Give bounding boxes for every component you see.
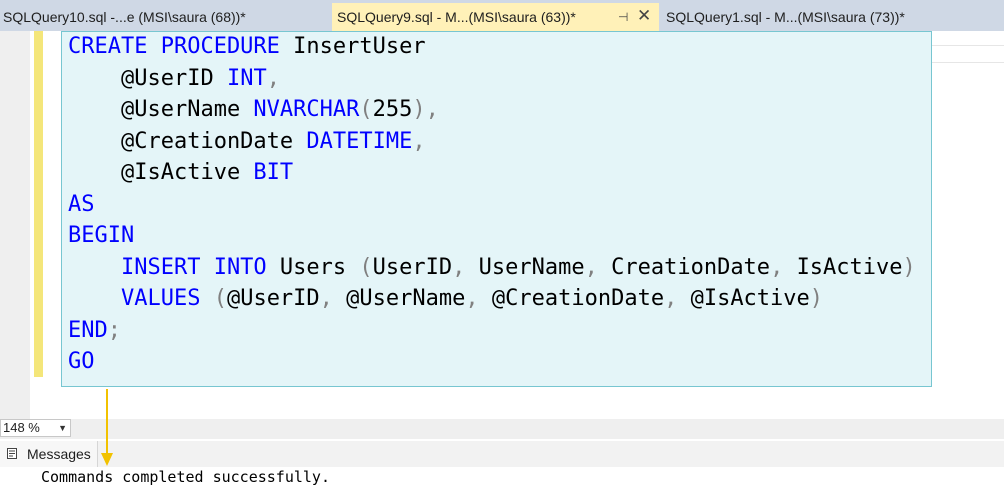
code-token: ( xyxy=(200,286,227,311)
code-token: IsActive xyxy=(796,254,903,280)
tab-sqlquery1[interactable]: SQLQuery1.sql - M...(MSI\saura (73))* xyxy=(660,3,1004,31)
tab-sqlquery10[interactable]: SQLQuery10.sql -...e (MSI\saura (68))* xyxy=(0,3,330,31)
code-token: @UserID xyxy=(68,65,214,91)
code-token: DATETIME xyxy=(293,128,413,154)
tab-messages[interactable]: Messages xyxy=(0,441,98,467)
code-token: @CreationDate xyxy=(491,286,665,311)
code-line[interactable]: END; xyxy=(68,315,916,347)
code-token: AS xyxy=(68,191,95,217)
code-token: ) xyxy=(809,286,824,311)
code-line[interactable]: BEGIN xyxy=(68,220,916,252)
messages-tab-label: Messages xyxy=(27,446,91,462)
code-token: INSERT INTO xyxy=(68,254,267,280)
code-token: @UserName xyxy=(68,97,241,122)
code-token: CreationDate xyxy=(611,254,771,280)
document-tab-strip: SQLQuery10.sql -...e (MSI\saura (68))* S… xyxy=(0,0,1004,31)
code-token: ( xyxy=(359,97,373,122)
code-token: INT xyxy=(213,65,267,91)
code-token: ( xyxy=(359,254,373,280)
code-line[interactable]: INSERT INTO Users (UserID, UserName, Cre… xyxy=(68,252,916,284)
code-token: CREATE PROCEDURE xyxy=(68,34,280,59)
code-token: InsertUser xyxy=(279,34,426,59)
code-line[interactable]: @UserID INT, xyxy=(68,63,916,95)
code-token: @IsActive xyxy=(68,160,241,185)
code-token: END xyxy=(68,317,108,343)
code-token: VALUES xyxy=(68,286,201,311)
code-token: , xyxy=(412,128,426,154)
code-line[interactable]: @CreationDate DATETIME, xyxy=(68,126,916,158)
zoom-value: 148 % xyxy=(3,420,40,435)
sql-code[interactable]: CREATE PROCEDURE InsertUser @UserID INT,… xyxy=(68,31,916,378)
close-icon[interactable]: ✕ xyxy=(637,3,651,30)
tab-sqlquery9-active[interactable]: SQLQuery9.sql - M...(MSI\saura (63))* ⊣ … xyxy=(332,3,659,31)
code-token: , xyxy=(465,286,492,311)
code-token: @UserID xyxy=(226,286,320,311)
code-token: GO xyxy=(68,349,95,374)
results-tab-strip xyxy=(0,441,1004,467)
code-line[interactable]: @UserName NVARCHAR(255), xyxy=(68,94,916,126)
result-message: Commands completed successfully. xyxy=(41,468,330,486)
tab-label: SQLQuery1.sql - M...(MSI\saura (73))* xyxy=(666,9,905,25)
zoom-dropdown[interactable]: 148 % ▼ xyxy=(0,419,71,437)
code-token: ), xyxy=(412,97,439,122)
code-token: , xyxy=(452,254,479,280)
code-token: UserID xyxy=(372,254,453,280)
code-token: NVARCHAR xyxy=(240,97,360,122)
code-token: , xyxy=(584,254,612,280)
code-token: @IsActive xyxy=(690,286,810,311)
code-line[interactable]: GO xyxy=(68,346,916,378)
tab-label: SQLQuery10.sql -...e (MSI\saura (68))* xyxy=(3,9,246,25)
code-token: BIT xyxy=(240,160,294,185)
code-token: @UserName xyxy=(346,286,466,311)
code-token: BEGIN xyxy=(68,223,135,248)
editor-status-strip xyxy=(0,419,1004,439)
code-token: Users xyxy=(266,254,360,280)
tab-label: SQLQuery9.sql - M...(MSI\saura (63))* xyxy=(337,9,576,25)
code-token: ) xyxy=(902,254,916,280)
query-editor[interactable]: CREATE PROCEDURE InsertUser @UserID INT,… xyxy=(0,31,1004,419)
messages-icon xyxy=(7,448,17,459)
pin-icon[interactable]: ⊣ xyxy=(618,3,628,31)
code-token: ; xyxy=(107,317,121,343)
code-token: 255 xyxy=(372,97,413,122)
code-token: , xyxy=(770,254,797,280)
code-line[interactable]: VALUES (@UserID, @UserName, @CreationDat… xyxy=(68,283,916,315)
code-token: , xyxy=(664,286,691,311)
editor-gutter xyxy=(0,31,30,419)
code-line[interactable]: CREATE PROCEDURE InsertUser xyxy=(68,31,916,63)
code-token: @CreationDate xyxy=(68,128,294,154)
unsaved-changes-bar xyxy=(34,31,43,377)
code-line[interactable]: @IsActive BIT xyxy=(68,157,916,189)
code-token: UserName xyxy=(478,254,585,280)
code-token: , xyxy=(319,286,347,311)
code-token: , xyxy=(266,65,280,91)
chevron-down-icon[interactable]: ▼ xyxy=(58,420,67,436)
code-line[interactable]: AS xyxy=(68,189,916,221)
